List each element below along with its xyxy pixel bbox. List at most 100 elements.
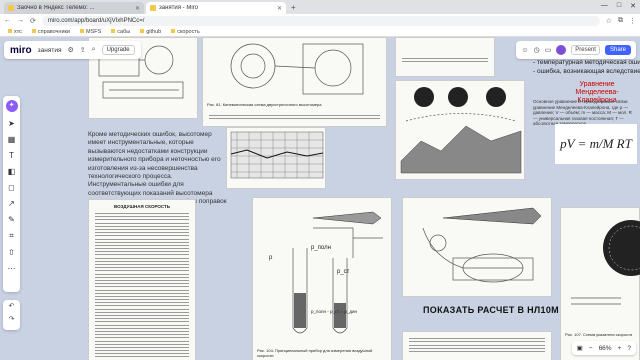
miro-favicon-icon: [150, 5, 156, 11]
minimize-icon[interactable]: —: [601, 2, 608, 10]
caption-lines: [203, 115, 386, 120]
left-toolbar: ✦ ➤ ▦ T ◧ ◻ ↗ ✎ ⌗ ⇧ ⋯: [3, 96, 20, 292]
formula-card[interactable]: pV = m/M RT: [555, 124, 637, 164]
pitot-drawing: [292, 211, 383, 334]
extensions-icon[interactable]: ⧉: [618, 17, 623, 25]
paragraph-lines: [89, 213, 195, 360]
browser-tab-strip: Заочно в Яндекс Телемо: ... ✕ занятия - …: [0, 0, 640, 14]
speed-dial-drawing: [571, 220, 640, 305]
tube-label-p: p: [269, 255, 273, 261]
board-name[interactable]: занятия: [38, 47, 62, 54]
reload-icon[interactable]: ⟳: [30, 17, 36, 25]
timer-icon[interactable]: ◷: [534, 46, 540, 54]
star-icon[interactable]: ☆: [606, 17, 612, 25]
text-page-bottom[interactable]: [402, 331, 552, 360]
present-button[interactable]: Present: [571, 45, 600, 55]
zoom-out-icon[interactable]: −: [589, 345, 593, 352]
settings-icon[interactable]: ⚙: [68, 46, 74, 54]
browser-actions: ☆ ⧉ ⋮: [606, 17, 636, 25]
menu-icon[interactable]: ⋮: [629, 17, 636, 25]
figure-caption: Рис. 81. Кинематическая схема двухстрело…: [207, 102, 322, 107]
formula-text: pV = m/M RT: [560, 136, 632, 151]
search-icon[interactable]: ⌕: [92, 46, 96, 54]
correction-graph-image[interactable]: [226, 127, 326, 189]
text-tool-icon[interactable]: T: [9, 151, 14, 160]
zoom-in-icon[interactable]: +: [618, 345, 622, 352]
undo-redo-toolbar: ↶ ↷: [3, 300, 20, 330]
address-bar-row: ← → ⟳ miro.com/app/board/uXjVIxhPNCc=/ ☆…: [0, 14, 640, 27]
zoom-control: ▣ − 66% + ?: [571, 341, 636, 355]
undo-icon[interactable]: ↶: [3, 300, 20, 313]
tube-label-ppoln: p_полн: [311, 245, 331, 251]
redo-icon[interactable]: ↷: [3, 313, 20, 326]
miro-header: miro занятия ⚙ ⇪ ⌕ Upgrade: [4, 41, 141, 59]
ai-assist-icon[interactable]: ✦: [5, 100, 18, 112]
close-tab-icon[interactable]: ✕: [277, 5, 282, 12]
forward-icon[interactable]: →: [17, 17, 24, 24]
airspeed-title: ВОЗДУШНАЯ СКОРОСТЬ: [113, 204, 171, 209]
airspeed-indicator-image[interactable]: [402, 197, 552, 297]
yandex-icon: [8, 5, 14, 11]
url-field[interactable]: miro.com/app/board/uXjVIxhPNCc=/: [41, 15, 600, 26]
bookmarks-bar: хтс справочники MSFS сабы github скорост…: [0, 27, 640, 37]
connector-icon[interactable]: ↗: [8, 199, 15, 208]
tube-label-pdin: p_полн - p_ст = p_дин: [311, 309, 358, 314]
back-icon[interactable]: ←: [4, 17, 11, 24]
figure-caption: Рис. 104. Принципиальный прибор для изме…: [257, 348, 373, 358]
graph-drawing: [230, 131, 324, 179]
error-note-1: - температурная методическая ошибка вы: [533, 59, 640, 66]
upload-icon[interactable]: ⇧: [8, 248, 15, 257]
close-tab-icon[interactable]: ✕: [135, 5, 140, 12]
screen: Заочно в Яндекс Телемо: ... ✕ занятия - …: [0, 0, 640, 360]
pressure-diagram-image[interactable]: [395, 37, 495, 77]
indicator-drawing: [422, 207, 542, 283]
reactions-icon[interactable]: ☺: [521, 47, 528, 54]
tab-title: Заочно в Яндекс Телемо: ...: [17, 5, 95, 11]
shape-tool-icon[interactable]: ◻: [8, 183, 15, 192]
figure-caption: Рис. 107. Схема указателя скорости: [565, 332, 633, 337]
mendeleev-text: Основное уравнение в термодинамике связи…: [533, 99, 632, 126]
browser-tab[interactable]: Заочно в Яндекс Телемо: ... ✕: [4, 2, 144, 14]
text-lines: [396, 38, 494, 63]
zoom-level[interactable]: 66%: [599, 345, 612, 352]
window-controls: — □ ✕: [601, 2, 636, 10]
browser-tab-active[interactable]: занятия - Miro ✕: [146, 2, 286, 14]
avatar[interactable]: [556, 45, 567, 55]
close-window-icon[interactable]: ✕: [630, 2, 636, 10]
mechanism-drawing: [230, 43, 364, 95]
chat-icon[interactable]: ▭: [545, 46, 552, 54]
select-cursor-icon[interactable]: ➤: [8, 119, 15, 128]
miro-collab-bar: ☺ ◷ ▭ Present Share: [516, 41, 636, 59]
frame-icon[interactable]: ⌗: [9, 231, 14, 241]
templates-icon[interactable]: ▦: [8, 135, 16, 144]
bookmark-item[interactable]: сабы: [111, 29, 130, 35]
bookmark-item[interactable]: github: [140, 29, 161, 35]
export-icon[interactable]: ⇪: [80, 46, 86, 54]
sticky-note-icon[interactable]: ◧: [8, 167, 16, 176]
bookmark-item[interactable]: хтс: [8, 29, 22, 35]
altimeter-mechanism-image[interactable]: Рис. 81. Кинематическая схема двухстрело…: [202, 37, 387, 127]
error-note-2: - ошибка, возникающая вследствие измен: [533, 68, 640, 75]
calculation-label: ПОКАЗАТЬ РАСЧЕТ В НЛ10М: [423, 305, 559, 315]
more-tools-icon[interactable]: ⋯: [8, 264, 16, 273]
help-icon[interactable]: ?: [627, 345, 631, 352]
tab-title: занятия - Miro: [159, 5, 198, 11]
miro-logo[interactable]: miro: [10, 45, 32, 56]
pitot-tube-image[interactable]: p p_ст p_полн p_полн - p_ст = p_дин Рис.…: [252, 197, 392, 360]
new-tab-icon[interactable]: +: [291, 2, 296, 14]
tube-label-pst: p_ст: [337, 269, 350, 275]
bookmark-item[interactable]: скорость: [171, 29, 200, 35]
dials-drawing: [400, 87, 522, 174]
maximize-icon[interactable]: □: [617, 2, 621, 10]
board-canvas[interactable]: Рис. 81. Кинематическая схема двухстрело…: [0, 37, 640, 360]
bookmark-item[interactable]: справочники: [32, 29, 70, 35]
share-button[interactable]: Share: [604, 45, 631, 55]
paragraph-lines: [403, 332, 551, 352]
bookmark-item[interactable]: MSFS: [80, 29, 101, 35]
speed-indicator-image[interactable]: Рис. 107. Схема указателя скорости: [560, 207, 640, 360]
upgrade-button[interactable]: Upgrade: [101, 45, 135, 55]
map-icon[interactable]: ▣: [577, 344, 583, 352]
altimeter-dials-image[interactable]: [395, 80, 525, 180]
pen-icon[interactable]: ✎: [8, 215, 15, 224]
airspeed-text-page[interactable]: ВОЗДУШНАЯ СКОРОСТЬ: [88, 199, 196, 360]
